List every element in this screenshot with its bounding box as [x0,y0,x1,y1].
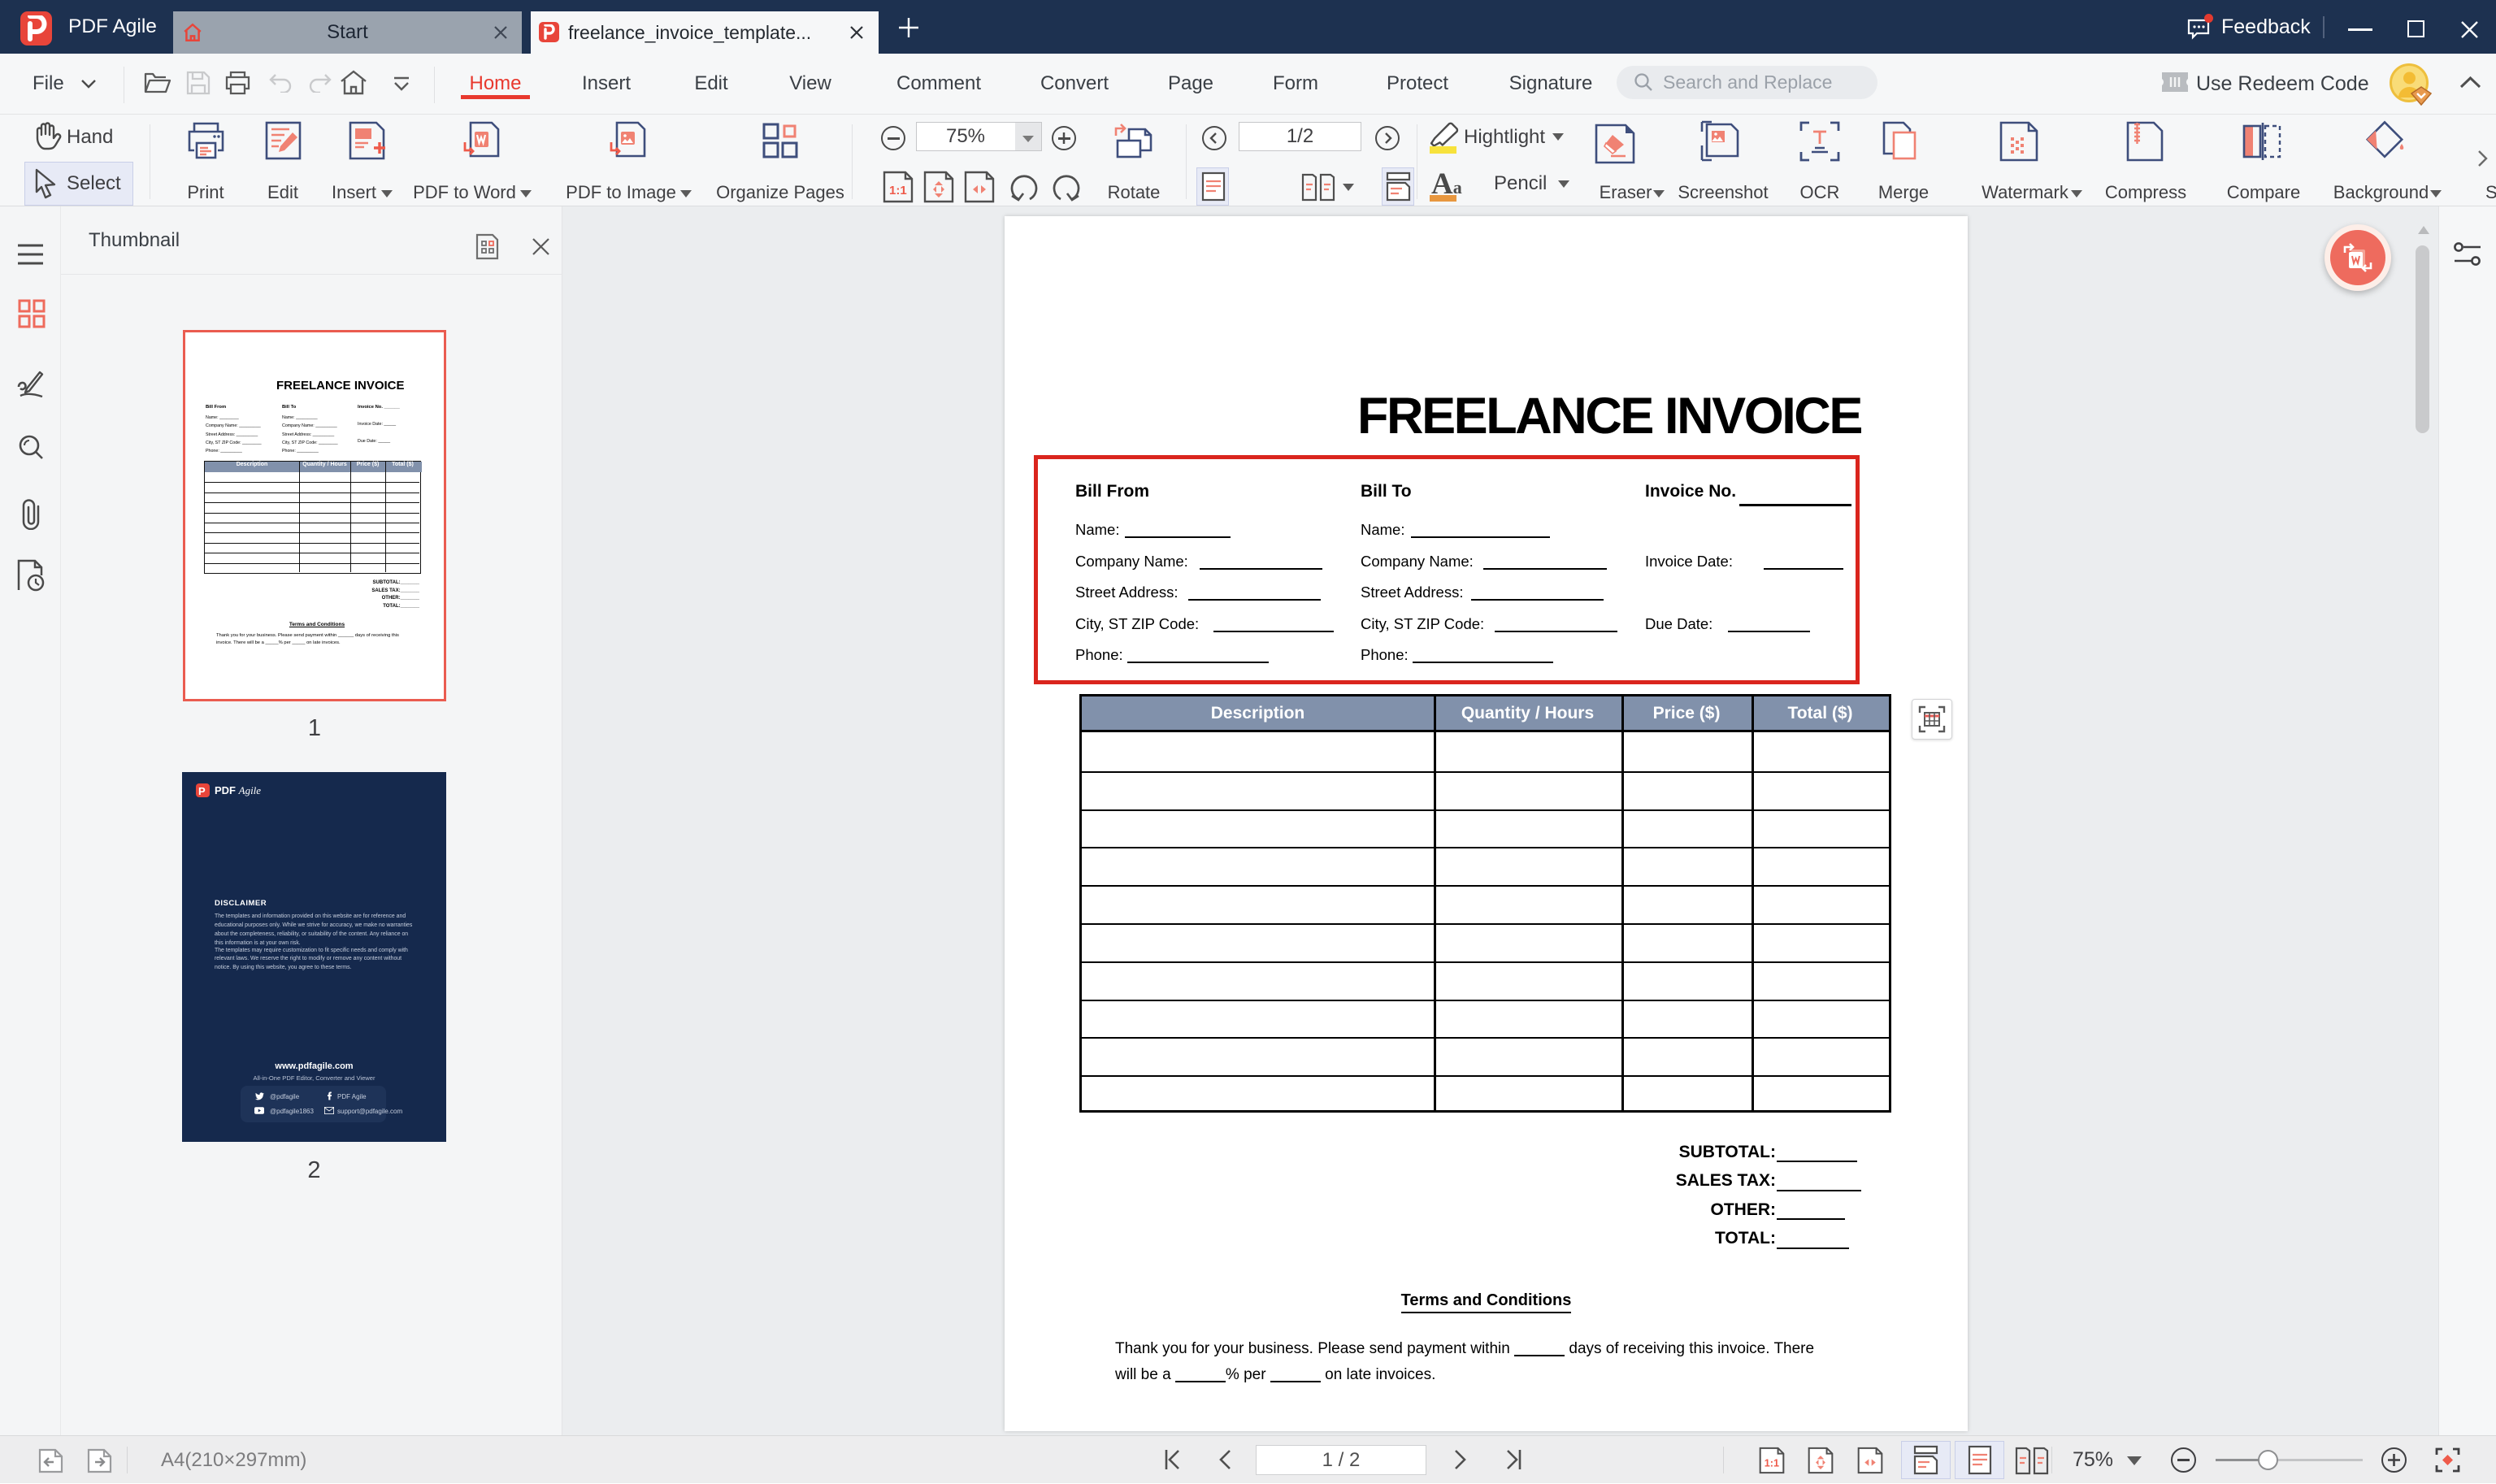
svg-text:1:1: 1:1 [889,184,907,197]
svg-text:1:1: 1:1 [1765,1458,1779,1469]
